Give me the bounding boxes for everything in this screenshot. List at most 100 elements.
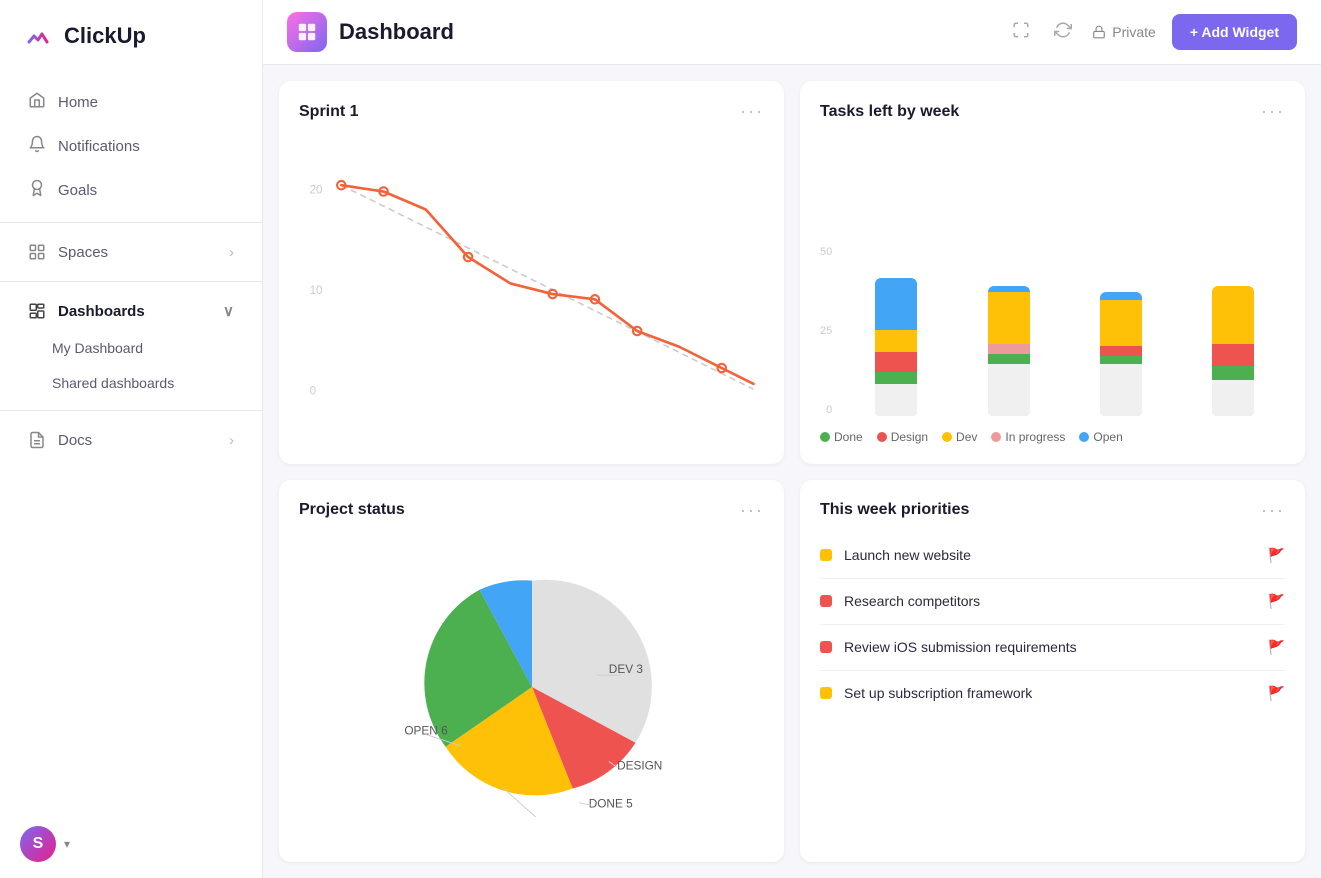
priority-item-2: Research competitors 🚩 (820, 579, 1285, 625)
user-profile[interactable]: S ▾ (0, 810, 262, 878)
main-content: Dashboard Private + Add Widget Sprint 1 … (263, 0, 1321, 878)
svg-text:0: 0 (310, 384, 316, 397)
project-status-title: Project status (299, 501, 405, 519)
my-dashboard-label: My Dashboard (52, 340, 143, 356)
sprint-svg: 20 10 0 (299, 134, 764, 444)
priority-text-1: Launch new website (844, 547, 1256, 563)
priorities-widget-title: This week priorities (820, 501, 969, 519)
spaces-chevron-icon: › (229, 244, 234, 261)
svg-text:20: 20 (310, 184, 323, 197)
project-status-menu[interactable]: ··· (740, 500, 764, 521)
tasks-widget-title: Tasks left by week (820, 103, 959, 121)
bar-stack-4 (1212, 286, 1254, 380)
goals-icon (28, 179, 46, 202)
legend-label-open: Open (1093, 430, 1122, 444)
priority-dot-1 (820, 549, 832, 561)
priority-dot-2 (820, 595, 832, 607)
lock-icon (1092, 25, 1106, 39)
add-widget-button[interactable]: + Add Widget (1172, 14, 1297, 50)
bar-done-1 (875, 372, 917, 384)
priorities-list: Launch new website 🚩 Research competitor… (820, 533, 1285, 716)
logo[interactable]: ClickUp (0, 0, 262, 72)
sidebar-item-notifications[interactable]: Notifications (8, 125, 254, 168)
bar-design-3 (1100, 346, 1142, 356)
legend-label-done: Done (834, 430, 863, 444)
legend-label-design: Design (891, 430, 928, 444)
tasks-widget-menu[interactable]: ··· (1261, 101, 1285, 122)
expand-icon (1012, 21, 1030, 39)
tasks-widget-header: Tasks left by week ··· (820, 101, 1285, 122)
pie-chart-area: DEV 3 DONE 5 IN PROGRESS 5 OPEN 6 DESIGN… (299, 533, 764, 843)
sidebar-item-dashboards[interactable]: Dashboards ∨ (8, 292, 254, 330)
sidebar-item-goals[interactable]: Goals (8, 169, 254, 212)
sidebar-item-notifications-label: Notifications (58, 138, 140, 155)
legend-done: Done (820, 430, 863, 444)
avatar-dropdown-icon: ▾ (64, 837, 70, 851)
tasks-widget: Tasks left by week ··· 50 25 0 (800, 81, 1305, 464)
sprint-widget-menu[interactable]: ··· (740, 101, 764, 122)
docs-chevron-icon: › (229, 432, 234, 449)
sidebar-item-spaces[interactable]: Spaces › (8, 233, 254, 271)
divider-3 (0, 410, 262, 411)
shared-dashboards-label: Shared dashboards (52, 375, 174, 391)
bar-done-4 (1212, 366, 1254, 380)
bar-open-1 (875, 278, 917, 330)
priority-text-4: Set up subscription framework (844, 685, 1256, 701)
bar-empty-3 (1100, 364, 1142, 416)
project-status-widget: Project status ··· (279, 480, 784, 863)
dashboards-icon (28, 302, 46, 320)
private-indicator: Private (1092, 24, 1156, 40)
priorities-widget-menu[interactable]: ··· (1261, 500, 1285, 521)
legend-dot-done (820, 432, 830, 442)
bar-dev-4 (1212, 286, 1254, 344)
pie-label-dev: DEV 3 (608, 662, 643, 676)
refresh-icon (1054, 21, 1072, 39)
legend-label-inprogress: In progress (1005, 430, 1065, 444)
dashboards-label: Dashboards (58, 303, 145, 320)
y-axis-labels: 50 25 0 (820, 246, 832, 416)
bar-group-2 (956, 246, 1060, 416)
bar-design-1 (875, 352, 917, 372)
bar-chart-area: 50 25 0 (820, 134, 1285, 444)
divider-1 (0, 222, 262, 223)
bar-inprog-2 (988, 344, 1030, 354)
home-icon (28, 91, 46, 114)
page-title: Dashboard (339, 19, 996, 45)
bar-group-1 (844, 246, 948, 416)
y-label-50: 50 (820, 246, 832, 258)
bar-done-2 (988, 354, 1030, 364)
sidebar-item-shared-dashboards[interactable]: Shared dashboards (8, 366, 254, 400)
page-header: Dashboard Private + Add Widget (263, 0, 1321, 65)
priority-flag-2: 🚩 (1268, 593, 1285, 610)
y-label-25: 25 (820, 325, 832, 337)
expand-button[interactable] (1008, 17, 1034, 48)
legend-dev: Dev (942, 430, 977, 444)
priority-text-2: Research competitors (844, 593, 1256, 609)
refresh-button[interactable] (1050, 17, 1076, 48)
sidebar-item-home[interactable]: Home (8, 81, 254, 124)
bar-empty-1 (875, 384, 917, 416)
legend-label-dev: Dev (956, 430, 977, 444)
legend-dot-open (1079, 432, 1089, 442)
spaces-icon (28, 243, 46, 261)
sprint-widget-header: Sprint 1 ··· (299, 101, 764, 122)
sidebar-item-home-label: Home (58, 94, 98, 111)
bar-dev-2 (988, 292, 1030, 344)
sprint-widget: Sprint 1 ··· 20 10 0 (279, 81, 784, 464)
priority-flag-4: 🚩 (1268, 685, 1285, 702)
bell-icon (28, 135, 46, 158)
sidebar-item-docs[interactable]: Docs › (8, 421, 254, 459)
header-actions: Private + Add Widget (1008, 14, 1297, 50)
bar-design-4 (1212, 344, 1254, 366)
priority-dot-3 (820, 641, 832, 653)
y-label-0: 0 (820, 404, 832, 416)
legend-inprogress: In progress (991, 430, 1065, 444)
legend-design: Design (877, 430, 928, 444)
private-label: Private (1112, 24, 1156, 40)
svg-text:10: 10 (310, 284, 323, 297)
clickup-logo-icon (20, 18, 56, 54)
sidebar-item-my-dashboard[interactable]: My Dashboard (8, 331, 254, 365)
sidebar-nav: Home Notifications Goals Spaces › (0, 72, 262, 468)
bar-done-3 (1100, 356, 1142, 364)
bar-empty-4 (1212, 380, 1254, 416)
